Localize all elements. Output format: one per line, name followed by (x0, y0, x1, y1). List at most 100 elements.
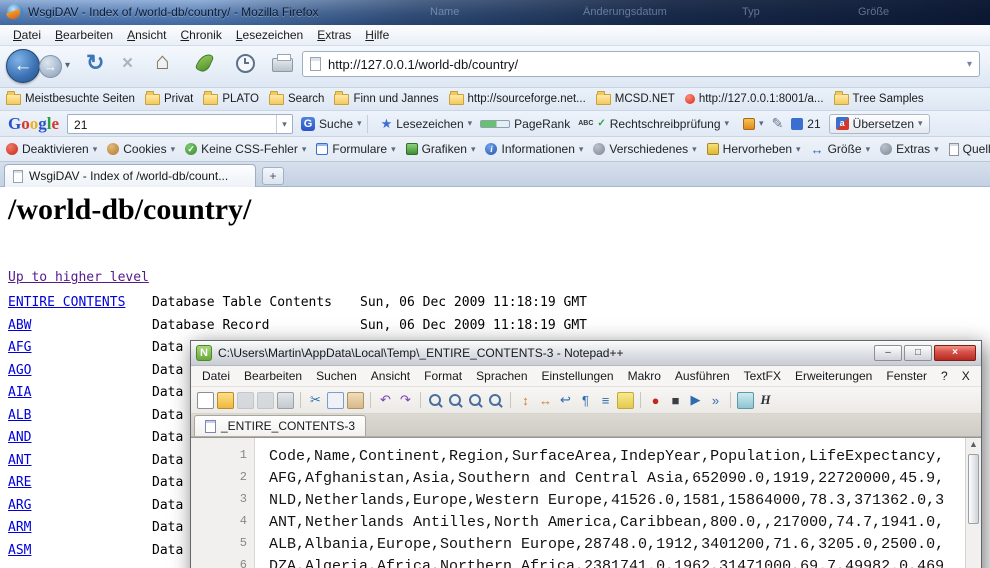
webdev-resize[interactable]: ↔Größe▾ (811, 142, 871, 157)
record-macro-icon[interactable]: ● (647, 392, 664, 409)
npp-menu-erweiterungen[interactable]: Erweiterungen (788, 367, 879, 385)
bookmark-sourceforge[interactable]: http://sourceforge.net... (449, 93, 586, 105)
user-dialog-icon[interactable] (617, 392, 634, 409)
forward-button[interactable]: → (39, 55, 62, 78)
chevron-down-icon[interactable]: ▾ (93, 144, 98, 155)
replace-icon[interactable] (447, 392, 464, 409)
url-input[interactable]: http://127.0.0.1/world-db/country/ (328, 57, 518, 72)
chevron-down-icon[interactable]: ▾ (579, 144, 584, 155)
chevron-down-icon[interactable]: ▾ (468, 118, 473, 129)
npp-menu-format[interactable]: Format (417, 367, 469, 385)
up-to-higher-level-link[interactable]: Up to higher level (8, 270, 149, 285)
chevron-down-icon[interactable]: ▾ (471, 144, 476, 155)
entry-link[interactable]: ALB (8, 408, 31, 423)
bookmark-mcsd[interactable]: MCSD.NET (596, 93, 675, 105)
document-tab[interactable]: _ENTIRE_CONTENTS-3 (194, 415, 366, 436)
maximize-button[interactable]: □ (904, 345, 932, 361)
new-tab-button[interactable]: + (262, 167, 284, 185)
code-line[interactable]: Code,Name,Continent,Region,SurfaceArea,I… (269, 448, 944, 465)
play-macro-icon[interactable]: ▶ (687, 392, 704, 409)
webdev-tools[interactable]: Extras▾ (880, 142, 939, 156)
chevron-down-icon[interactable]: ▾ (796, 144, 801, 155)
chevron-down-icon[interactable]: ▾ (302, 144, 307, 155)
bookmark-localhost-8001[interactable]: http://127.0.0.1:8001/a... (685, 93, 824, 105)
history-dropdown-icon[interactable]: ▾ (65, 60, 70, 71)
code-line[interactable]: ALB,Albania,Europe,Southern Europe,28748… (269, 536, 944, 553)
npp-menu-ausfuehren[interactable]: Ausführen (668, 367, 737, 385)
chevron-down-icon[interactable]: ▾ (357, 118, 362, 129)
menu-bearbeiten[interactable]: Bearbeiten (48, 26, 120, 44)
chevron-down-icon[interactable]: ▾ (692, 144, 697, 155)
zoom-in-icon[interactable] (467, 392, 484, 409)
webdev-outline[interactable]: Hervorheben▾ (707, 142, 801, 156)
bookmark-finn-und-jannes[interactable]: Finn und Jannes (334, 93, 438, 105)
html-view-icon[interactable]: H (757, 392, 774, 409)
npp-menu-help[interactable]: ? (934, 367, 955, 385)
indent-guide-icon[interactable]: ≡ (597, 392, 614, 409)
spellcheck-button[interactable]: ABC✓Rechtschreibprüfung▾ (578, 117, 729, 131)
menu-lesezeichen[interactable]: Lesezeichen (229, 26, 310, 44)
feather-icon[interactable] (195, 51, 215, 74)
google-search-input[interactable]: 21▾ (67, 114, 293, 134)
url-bar[interactable]: http://127.0.0.1/world-db/country/ ▾ (302, 51, 980, 77)
google-search-button[interactable]: GSuche▾ (301, 117, 362, 131)
cut-icon[interactable]: ✂ (307, 392, 324, 409)
counter-indicator[interactable]: 21 (791, 117, 820, 131)
webdev-disable[interactable]: Deaktivieren▾ (6, 142, 97, 156)
entry-link[interactable]: AGO (8, 363, 31, 378)
minimize-button[interactable]: – (874, 345, 902, 361)
code-line[interactable]: DZA,Algeria,Africa,Northern Africa,23817… (269, 558, 944, 568)
entry-link[interactable]: ANT (8, 453, 31, 468)
npp-menu-einstellungen[interactable]: Einstellungen (535, 367, 621, 385)
chevron-down-icon[interactable]: ▾ (918, 118, 923, 129)
code-line[interactable]: AFG,Afghanistan,Asia,Southern and Centra… (269, 470, 944, 487)
webdev-information[interactable]: iInformationen▾ (485, 142, 583, 156)
fullscreen-icon[interactable] (737, 392, 754, 409)
menu-ansicht[interactable]: Ansicht (120, 26, 173, 44)
edit-button[interactable]: ✎ (772, 115, 784, 132)
scroll-up-icon[interactable]: ▲ (966, 439, 981, 449)
webdev-images[interactable]: Grafiken▾ (406, 142, 476, 156)
chevron-down-icon[interactable]: ▾ (759, 118, 764, 129)
entry-link[interactable]: AND (8, 430, 31, 445)
tab-wsgidav[interactable]: WsgiDAV - Index of /world-db/count... (4, 164, 256, 187)
menu-extras[interactable]: Extras (310, 26, 358, 44)
entry-link[interactable]: ARE (8, 475, 31, 490)
npp-menu-datei[interactable]: Datei (195, 367, 237, 385)
bookmark-tree-samples[interactable]: Tree Samples (834, 93, 924, 105)
entry-link[interactable]: AIA (8, 385, 31, 400)
menu-datei[interactable]: Datei (6, 26, 48, 44)
stop-macro-icon[interactable]: ■ (667, 392, 684, 409)
entry-link[interactable]: AFG (8, 340, 31, 355)
show-symbols-icon[interactable]: ¶ (577, 392, 594, 409)
menu-hilfe[interactable]: Hilfe (358, 26, 396, 44)
entry-link[interactable]: ASM (8, 543, 31, 558)
word-wrap-icon[interactable]: ↩ (557, 392, 574, 409)
zoom-out-icon[interactable] (487, 392, 504, 409)
webdev-cookies[interactable]: Cookies▾ (107, 142, 175, 156)
npp-menu-x[interactable]: X (955, 367, 977, 385)
bookmark-search[interactable]: Search (269, 93, 324, 105)
webdev-css-errors[interactable]: ✓Keine CSS-Fehler▾ (185, 142, 306, 156)
bookmark-plato[interactable]: PLATO (203, 93, 259, 105)
print-icon[interactable] (277, 392, 294, 409)
stop-button[interactable]: × (122, 53, 133, 75)
code-line[interactable]: ANT,Netherlands Antilles,North America,C… (269, 514, 944, 531)
google-bookmarks-button[interactable]: ★Lesezeichen▾ (381, 116, 473, 132)
bookmark-most-visited[interactable]: Meistbesuchte Seiten (6, 93, 135, 105)
notepadpp-titlebar[interactable]: N C:\Users\Martin\AppData\Local\Temp\_EN… (191, 341, 981, 366)
close-button[interactable]: × (934, 345, 976, 361)
chevron-down-icon[interactable]: ▾ (934, 144, 939, 155)
undo-icon[interactable]: ↶ (377, 392, 394, 409)
print-icon[interactable] (272, 58, 293, 72)
firefox-titlebar[interactable]: Name Änderungsdatum Typ Größe WsgiDAV - … (0, 0, 990, 25)
npp-menu-fenster[interactable]: Fenster (879, 367, 934, 385)
copy-icon[interactable] (327, 392, 344, 409)
back-button[interactable]: ← (6, 49, 40, 83)
redo-icon[interactable]: ↷ (397, 392, 414, 409)
chevron-down-icon[interactable]: ▾ (171, 144, 176, 155)
notepadpp-window[interactable]: N C:\Users\Martin\AppData\Local\Temp\_EN… (190, 340, 982, 568)
npp-menu-textfx[interactable]: TextFX (737, 367, 788, 385)
url-dropdown-icon[interactable]: ▾ (967, 59, 972, 70)
paste-icon[interactable] (347, 392, 364, 409)
